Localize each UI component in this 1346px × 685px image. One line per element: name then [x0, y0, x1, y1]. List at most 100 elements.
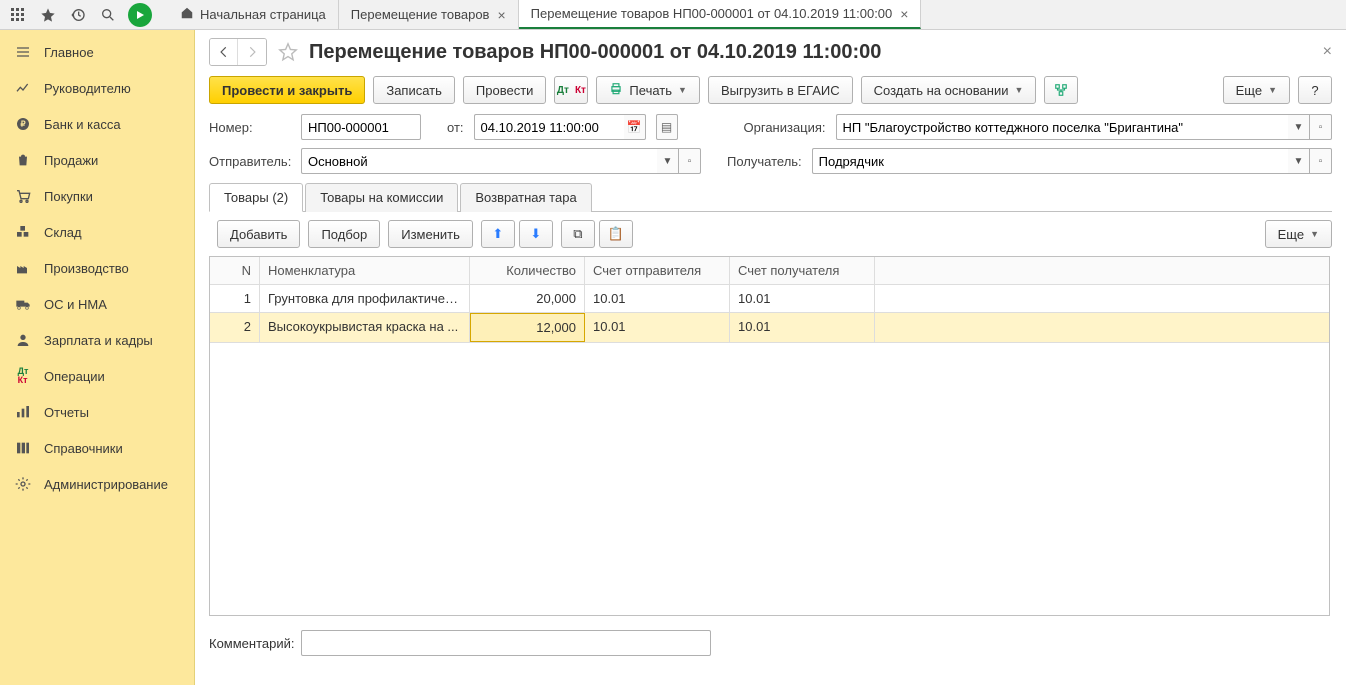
doc-state-icon[interactable]: ▤: [656, 114, 678, 140]
cell-qty[interactable]: 20,000: [470, 285, 585, 312]
window-tabs: Начальная страницаПеремещение товаров×Пе…: [168, 0, 921, 29]
org-dropdown-icon[interactable]: ▼: [1288, 114, 1310, 140]
th-rest: [875, 257, 1329, 284]
svg-text:₽: ₽: [20, 120, 25, 129]
more-button[interactable]: Еще ▼: [1223, 76, 1290, 104]
sender-open-icon[interactable]: ▫: [679, 148, 701, 174]
bars-icon: [14, 403, 32, 421]
window-tab[interactable]: Перемещение товаров НП00-000001 от 04.10…: [519, 0, 922, 29]
sidebar-item[interactable]: Отчеты: [0, 394, 194, 430]
save-button[interactable]: Записать: [373, 76, 455, 104]
sidebar-item[interactable]: ДтКтОперации: [0, 358, 194, 394]
arrow-down-icon: ⬇: [530, 226, 541, 242]
date-input[interactable]: [474, 114, 624, 140]
rub-icon: ₽: [14, 115, 32, 133]
sender-input[interactable]: [301, 148, 657, 174]
sender-dropdown-icon[interactable]: ▼: [657, 148, 679, 174]
post-and-close-button[interactable]: Провести и закрыть: [209, 76, 365, 104]
sidebar-item[interactable]: Администрирование: [0, 466, 194, 502]
subtab[interactable]: Товары на комиссии: [305, 183, 458, 212]
boxes-icon: [14, 223, 32, 241]
cell-nom[interactable]: Грунтовка для профилактичес...: [260, 285, 470, 312]
close-page-icon[interactable]: ×: [1323, 43, 1332, 61]
chart-icon: [14, 79, 32, 97]
cell-n: 1: [210, 285, 260, 312]
window-tab[interactable]: Перемещение товаров×: [339, 0, 519, 29]
th-nom[interactable]: Номенклатура: [260, 257, 470, 284]
org-open-icon[interactable]: ▫: [1310, 114, 1332, 140]
move-up-button[interactable]: ⬆: [481, 220, 515, 248]
table-toolbar: Добавить Подбор Изменить ⬆ ⬇ ⧉ 📋 Еще ▼: [209, 212, 1332, 256]
sidebar-item[interactable]: ₽Банк и касса: [0, 106, 194, 142]
search-icon[interactable]: [98, 5, 118, 25]
post-button[interactable]: Провести: [463, 76, 547, 104]
cell-nom[interactable]: Высокоукрывистая краска на ...: [260, 313, 470, 342]
calendar-icon[interactable]: 📅: [624, 114, 646, 140]
play-button[interactable]: [128, 3, 152, 27]
cell-acc-receiver[interactable]: 10.01: [730, 313, 875, 342]
create-based-label: Создать на основании: [874, 83, 1009, 98]
history-icon[interactable]: [68, 5, 88, 25]
sidebar-item[interactable]: Зарплата и кадры: [0, 322, 194, 358]
table-row[interactable]: 1Грунтовка для профилактичес...20,00010.…: [210, 285, 1329, 313]
sidebar-item-label: Главное: [44, 45, 94, 60]
cell-acc-receiver[interactable]: 10.01: [730, 285, 875, 312]
table-more-button[interactable]: Еще ▼: [1265, 220, 1332, 248]
factory-icon: [14, 259, 32, 277]
chevron-down-icon: ▼: [1310, 229, 1319, 239]
cell-qty[interactable]: 12,000: [470, 313, 585, 342]
nav-forward[interactable]: [238, 39, 266, 65]
window-tab[interactable]: Начальная страница: [168, 0, 339, 29]
favorite-star-icon[interactable]: [277, 41, 299, 63]
th-acc-receiver[interactable]: Счет получателя: [730, 257, 875, 284]
create-based-button[interactable]: Создать на основании ▼: [861, 76, 1037, 104]
sidebar-item[interactable]: Продажи: [0, 142, 194, 178]
table-more-label: Еще: [1278, 227, 1304, 242]
cell-acc-sender[interactable]: 10.01: [585, 285, 730, 312]
table-row[interactable]: 2Высокоукрывистая краска на ...12,00010.…: [210, 313, 1329, 343]
number-input[interactable]: [301, 114, 421, 140]
th-n[interactable]: N: [210, 257, 260, 284]
edit-row-button[interactable]: Изменить: [388, 220, 473, 248]
apps-icon[interactable]: [8, 5, 28, 25]
receiver-input[interactable]: [812, 148, 1288, 174]
gear-icon: [14, 475, 32, 493]
sidebar-item-label: Администрирование: [44, 477, 168, 492]
print-button[interactable]: Печать ▼: [596, 76, 700, 104]
th-acc-sender[interactable]: Счет отправителя: [585, 257, 730, 284]
star-icon[interactable]: [38, 5, 58, 25]
close-icon[interactable]: ×: [900, 6, 908, 22]
copy-button[interactable]: ⧉: [561, 220, 595, 248]
sidebar-item[interactable]: ОС и НМА: [0, 286, 194, 322]
receiver-open-icon[interactable]: ▫: [1310, 148, 1332, 174]
move-down-button[interactable]: ⬇: [519, 220, 553, 248]
close-icon[interactable]: ×: [497, 7, 505, 23]
th-qty[interactable]: Количество: [470, 257, 585, 284]
receiver-label: Получатель:: [727, 154, 802, 169]
comment-input[interactable]: [301, 630, 711, 656]
structure-button[interactable]: [1044, 76, 1078, 104]
nav-back[interactable]: [210, 39, 238, 65]
sidebar-item[interactable]: Покупки: [0, 178, 194, 214]
person-icon: [14, 331, 32, 349]
receiver-dropdown-icon[interactable]: ▼: [1288, 148, 1310, 174]
help-button[interactable]: ?: [1298, 76, 1332, 104]
sidebar-item[interactable]: Склад: [0, 214, 194, 250]
sidebar-item[interactable]: Производство: [0, 250, 194, 286]
sidebar-item[interactable]: Руководителю: [0, 70, 194, 106]
egais-button[interactable]: Выгрузить в ЕГАИС: [708, 76, 853, 104]
subtab[interactable]: Товары (2): [209, 183, 303, 212]
add-row-button[interactable]: Добавить: [217, 220, 300, 248]
topbar-icons: [0, 0, 160, 29]
subtab[interactable]: Возвратная тара: [460, 183, 591, 212]
org-input[interactable]: [836, 114, 1288, 140]
sidebar-item[interactable]: Главное: [0, 34, 194, 70]
paste-button[interactable]: 📋: [599, 220, 633, 248]
chevron-down-icon: ▼: [1268, 85, 1277, 95]
number-label: Номер:: [209, 120, 295, 135]
sidebar-item-label: Склад: [44, 225, 82, 240]
sidebar-item[interactable]: Справочники: [0, 430, 194, 466]
pick-button[interactable]: Подбор: [308, 220, 380, 248]
cell-acc-sender[interactable]: 10.01: [585, 313, 730, 342]
dtkt-button[interactable]: ДтКт: [554, 76, 588, 104]
